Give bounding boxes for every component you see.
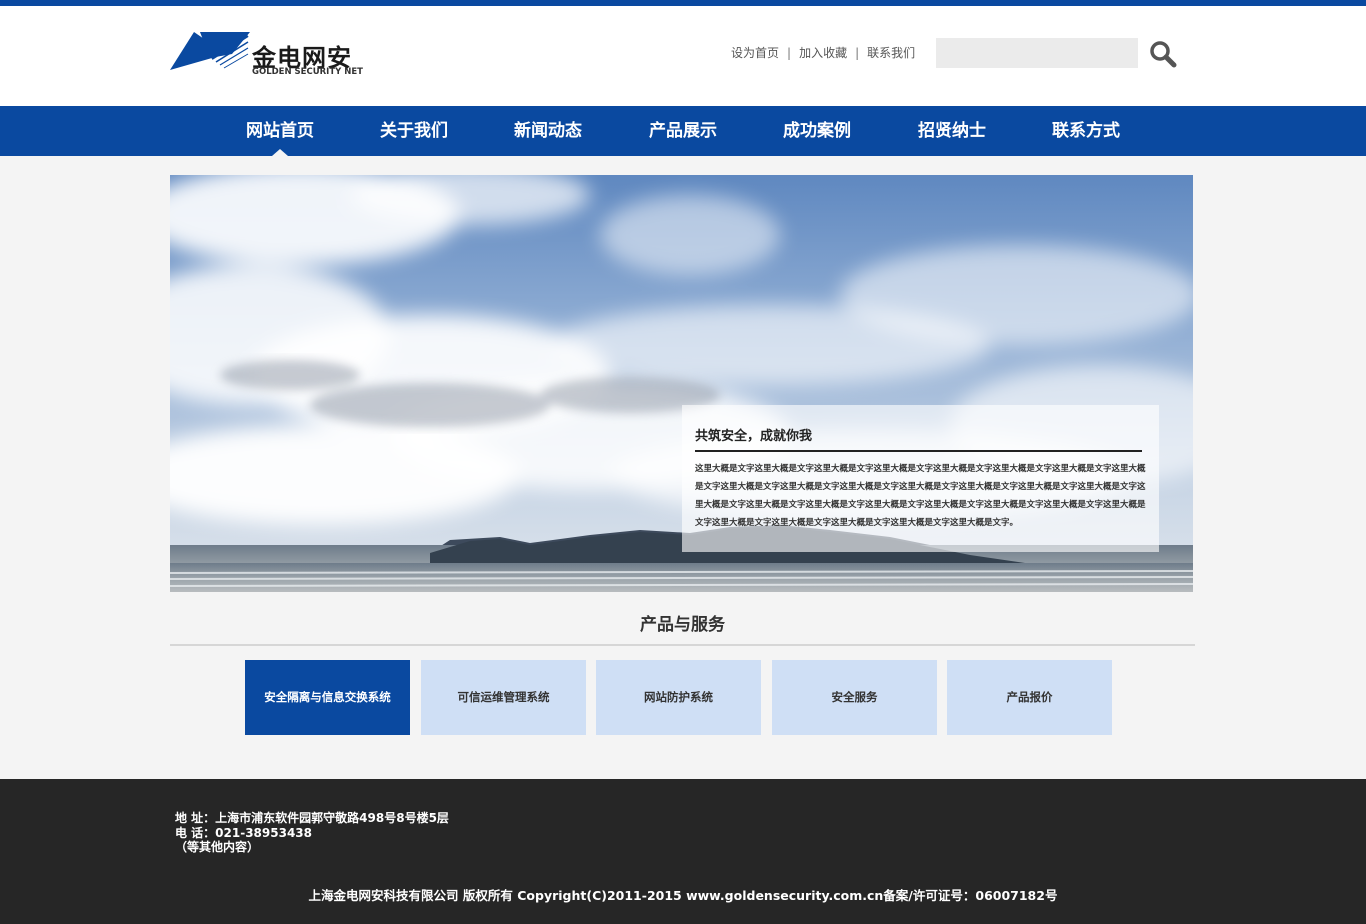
footer-copyright: 上海金电网安科技有限公司 版权所有 Copyright(C)2011-2015 … [308,888,1058,903]
product-tab-pricing[interactable]: 产品报价 [947,660,1112,735]
section-divider [170,644,1195,646]
search-input[interactable] [936,38,1138,68]
search-icon[interactable] [1148,39,1178,69]
top-links: 设为首页 | 加入收藏 | 联系我们 [731,44,915,61]
footer-address: 地 址：上海市浦东软件园郭守敬路498号8号楼5层 [175,811,449,825]
product-tab-web-protection[interactable]: 网站防护系统 [596,660,761,735]
nav-active-indicator [272,149,288,156]
link-separator: | [787,46,792,60]
banner-description: 这里大概是文字这里大概是文字这里大概是文字这里大概是文字这里大概是文字这里大概是… [695,464,1146,528]
footer-contact-info: 地 址：上海市浦东软件园郭守敬路498号8号楼5层 电 话：021-389534… [175,811,449,855]
product-tab-security-service[interactable]: 安全服务 [772,660,937,735]
logo-english-name: GOLDEN SECURITY NET [252,67,363,77]
product-tab-ops-management[interactable]: 可信运维管理系统 [421,660,586,735]
product-tab-isolation-exchange[interactable]: 安全隔离与信息交换系统 [245,660,410,735]
footer: 地 址：上海市浦东软件园郭守敬路498号8号楼5层 电 话：021-389534… [0,779,1366,924]
nav-item-about[interactable]: 关于我们 [378,106,450,156]
nav-item-cases[interactable]: 成功案例 [781,106,853,156]
footer-phone: 电 话：021-38953438 [175,825,313,840]
link-separator: | [855,46,860,60]
nav-item-products[interactable]: 产品展示 [647,106,719,156]
logo[interactable]: 金电网安 GOLDEN SECURITY NET [170,32,370,84]
logo-mark-icon [170,32,250,70]
nav-item-news[interactable]: 新闻动态 [512,106,584,156]
hero-banner: 共筑安全，成就你我 这里大概是文字这里大概是文字这里大概是文字这里大概是文字这里… [170,175,1193,592]
nav-item-careers[interactable]: 招贤纳士 [916,106,988,156]
banner-title: 共筑安全，成就你我 [695,425,1142,452]
set-homepage-link[interactable]: 设为首页 [731,46,779,60]
contact-us-link[interactable]: 联系我们 [867,46,915,60]
footer-other: （等其他内容） [175,840,260,854]
header: 金电网安 GOLDEN SECURITY NET 设为首页 | 加入收藏 | 联系我们 [0,6,1366,106]
banner-text-box: 共筑安全，成就你我 这里大概是文字这里大概是文字这里大概是文字这里大概是文字这里… [682,405,1159,552]
products-section-title: 产品与服务 [640,615,725,635]
main-nav: 网站首页 关于我们 新闻动态 产品展示 成功案例 招贤纳士 联系方式 [0,106,1366,156]
add-favorite-link[interactable]: 加入收藏 [799,46,847,60]
nav-item-contact[interactable]: 联系方式 [1050,106,1122,156]
